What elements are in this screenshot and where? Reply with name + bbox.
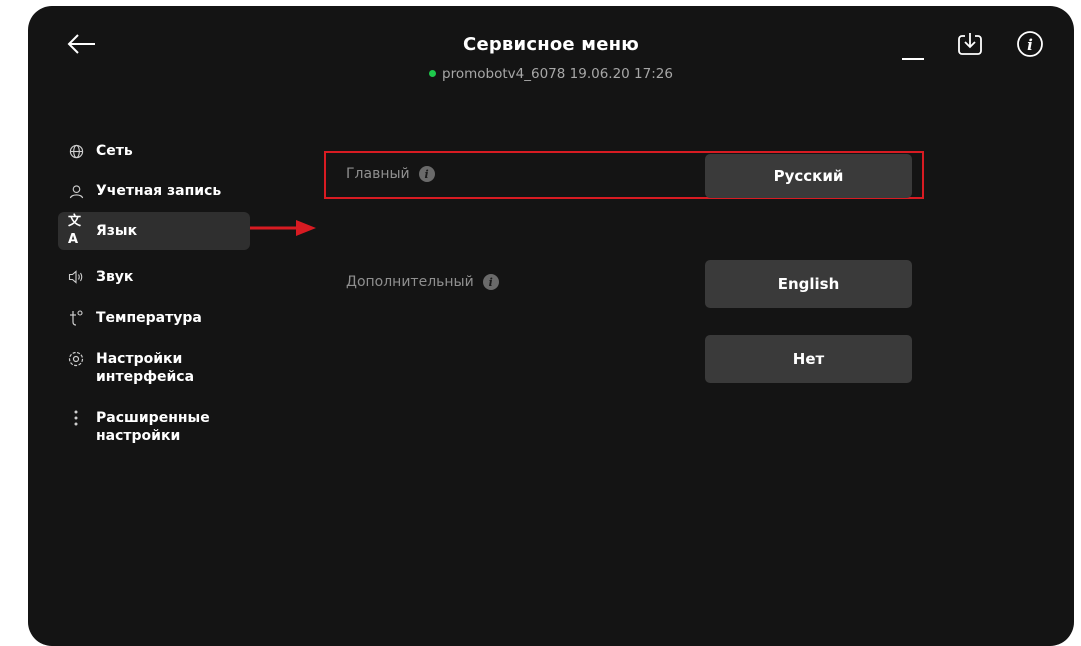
sidebar-item-label: Язык [96,223,138,239]
sidebar-item-language[interactable]: 文A Язык [58,212,250,250]
annotation-arrow [250,220,316,236]
sidebar-item-sound[interactable]: Звук [58,258,250,296]
secondary-language-english-button[interactable]: English [705,260,912,308]
status-indicator [429,70,437,77]
secondary-language-info-icon[interactable]: i [482,274,499,290]
translate-icon: 文A [68,214,82,247]
sidebar-item-temperature[interactable]: Температура [58,299,250,337]
sidebar-item-label: Настройки интерфейса [96,351,195,385]
sidebar-item-label: Учетная запись [96,183,222,199]
temperature-icon [68,309,84,327]
speaker-icon [68,268,84,286]
user-icon [68,182,84,200]
more-vertical-icon [68,409,84,427]
secondary-language-label: Дополнительный [346,274,474,290]
primary-language-button[interactable]: Русский [705,154,912,198]
globe-icon [68,142,84,160]
secondary-language-row: Дополнительный i [346,274,499,290]
device-status-text: promobotv4_6078 19.06.20 17:26 [442,66,673,82]
gear-icon [68,350,84,368]
sidebar-item-label: Температура [96,310,202,326]
sidebar-item-interface-settings[interactable]: Настройки интерфейса [58,340,250,396]
device-status: promobotv4_6078 19.06.20 17:26 [28,66,1074,82]
info-icon: i [1017,31,1043,57]
download-icon [958,33,982,55]
primary-language-label: Главный [346,166,410,182]
secondary-language-none-button[interactable]: Нет [705,335,912,383]
minimize-icon [902,58,924,60]
info-button[interactable]: i [1016,30,1044,58]
svg-text:i: i [1027,36,1033,54]
sidebar-item-label: Расширенные настройки [96,410,210,444]
primary-language-info-icon[interactable]: i [418,166,435,182]
sidebar-item-network[interactable]: Сеть [58,132,250,170]
minimize-button[interactable] [900,32,928,64]
sidebar-item-label: Сеть [96,143,133,159]
sidebar: Сеть Учетная запись 文A Язык Звук Темпера… [58,132,250,455]
primary-language-row: Главный i [346,166,435,182]
sidebar-item-account[interactable]: Учетная запись [58,172,250,210]
sidebar-item-label: Звук [96,269,134,285]
sidebar-item-advanced-settings[interactable]: Расширенные настройки [58,399,250,455]
download-button[interactable] [956,30,984,58]
service-menu-screen: Сервисное меню promobotv4_6078 19.06.20 … [28,6,1074,646]
